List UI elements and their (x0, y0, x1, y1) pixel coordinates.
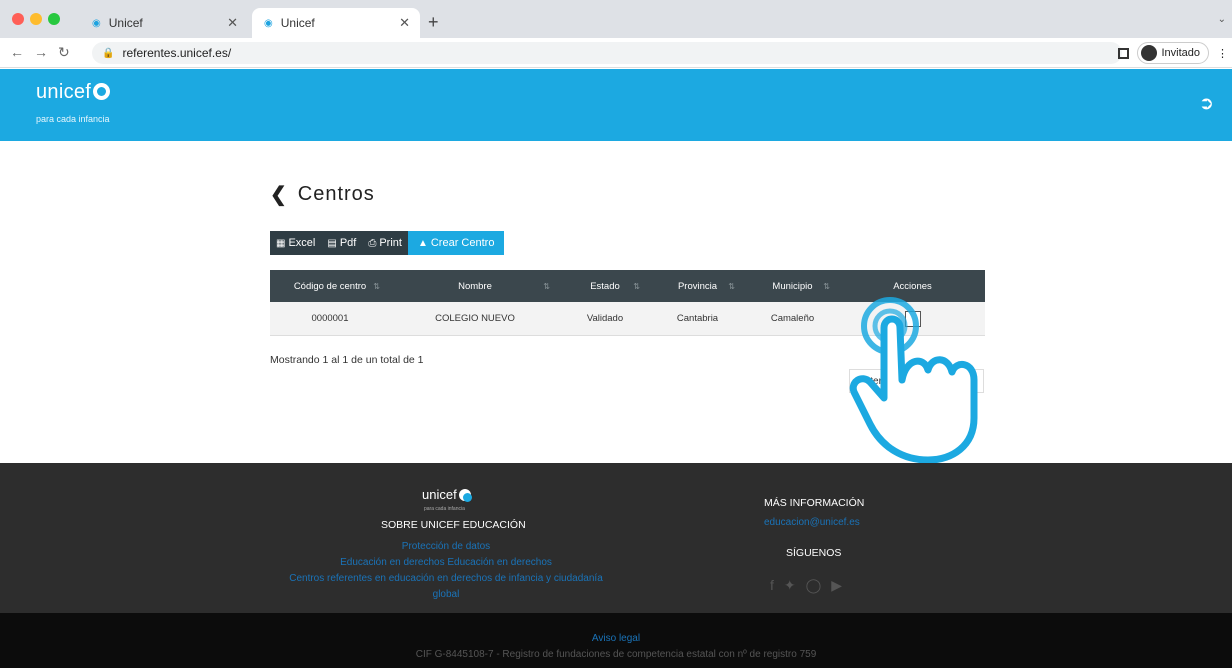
excel-button[interactable]: ▦ Excel (270, 231, 322, 255)
unicef-favicon-icon: ◉ (92, 17, 101, 29)
excel-label: Excel (288, 237, 316, 249)
footer-more-info-title: MÁS INFORMACIÓN (764, 497, 865, 509)
column-label: Código de centro (293, 280, 367, 292)
unicef-logo[interactable]: unicef (36, 81, 111, 104)
footer-logo-tagline: para cada infancia (424, 506, 465, 512)
pointing-hand-icon (849, 297, 978, 464)
address-bar-row: ← → ↻ 🔒 referentes.unicef.es/ Invitado ⋮ (0, 38, 1232, 68)
unicef-favicon-icon: ◉ (264, 17, 273, 29)
column-header-municipio[interactable]: Municipio ⇅ (745, 270, 840, 302)
legal-bar: Aviso legal CIF G-8445108-7 - Registro d… (0, 613, 1232, 668)
social-links: f ✦ ◯ ▶ (770, 577, 842, 594)
instagram-icon[interactable]: ◯ (806, 577, 822, 594)
avatar (1141, 45, 1158, 61)
cell-provincia: Cantabria (676, 313, 719, 324)
column-label: Provincia (677, 280, 718, 292)
footer-unicef-logo[interactable]: unicef (422, 487, 472, 502)
close-tab-icon[interactable]: ✕ (399, 15, 410, 31)
cell-codigo: 0000001 (311, 313, 349, 324)
logo-text: unicef (36, 81, 92, 103)
sidepanel-icon[interactable] (1118, 47, 1130, 59)
reload-icon[interactable]: ↻ (58, 44, 70, 61)
close-window-button[interactable] (12, 13, 24, 25)
cell-municipio: Camaleño (770, 313, 815, 324)
page-title-text: Centros (297, 183, 375, 205)
lock-icon: 🔒 (102, 47, 115, 59)
create-centro-button[interactable]: ▲ Crear Centro (407, 231, 505, 255)
url-field[interactable]: 🔒 referentes.unicef.es/ (92, 42, 1122, 64)
graduation-cap-icon: ▲ (417, 237, 428, 249)
pdf-button[interactable]: ▤ Pdf (321, 231, 363, 255)
tab-title: Unicef (280, 16, 315, 30)
logo-tagline: para cada infancia (36, 114, 110, 124)
sort-icon: ⇅ (633, 281, 640, 291)
twitter-icon[interactable]: ✦ (784, 577, 796, 594)
sort-icon: ⇅ (823, 281, 830, 291)
create-label: Crear Centro (430, 237, 495, 249)
tab-title: Unicef (108, 16, 143, 30)
menu-kebab-icon[interactable]: ⋮ (1217, 47, 1228, 60)
column-label: Estado (590, 280, 620, 292)
column-header-provincia[interactable]: Provincia ⇅ (650, 270, 745, 302)
profile-label: Invitado (1161, 47, 1200, 59)
cif-text: CIF G-8445108-7 - Registro de fundacione… (415, 649, 817, 660)
aviso-legal-link[interactable]: Aviso legal (0, 633, 1232, 644)
chevron-down-icon[interactable]: ⌄ (1218, 14, 1226, 25)
sort-icon: ⇅ (728, 281, 735, 291)
column-header-estado[interactable]: Estado ⇅ (560, 270, 650, 302)
footer-email-link[interactable]: educacion@unicef.es (764, 517, 860, 528)
pdf-label: Pdf (339, 237, 357, 249)
url-text: referentes.unicef.es/ (122, 46, 232, 60)
minimize-window-button[interactable] (30, 13, 42, 25)
footer-about-title: SOBRE UNICEF EDUCACIÓN (381, 519, 526, 531)
browser-actions: Invitado ⋮ (1118, 42, 1228, 64)
back-arrow-icon[interactable]: ← (10, 44, 24, 60)
footer-logo-text: unicef (422, 487, 457, 502)
column-label: Nombre (458, 280, 492, 292)
sign-out-icon[interactable]: ➲ (1199, 93, 1214, 114)
chevron-left-icon[interactable]: ❮ (270, 182, 288, 207)
browser-tab[interactable]: ◉ Unicef ✕ (80, 8, 248, 38)
footer-link-proteccion[interactable]: Protección de datos (0, 541, 892, 552)
sort-icon: ⇅ (373, 281, 380, 291)
maximize-window-button[interactable] (48, 13, 60, 25)
file-pdf-icon: ▤ (327, 237, 337, 249)
profile-button[interactable]: Invitado (1137, 42, 1209, 64)
footer-link-centros[interactable]: Centros referentes en educación en derec… (0, 573, 892, 584)
table-info: Mostrando 1 al 1 de un total de 1 (270, 354, 424, 366)
close-tab-icon[interactable]: ✕ (227, 15, 238, 31)
print-label: Print (379, 237, 402, 249)
print-button[interactable]: ⎙ Print (362, 231, 408, 255)
cell-nombre: COLEGIO NUEVO (435, 313, 515, 324)
page-title: ❮ Centros (270, 182, 375, 207)
site-footer: unicef para cada infancia SOBRE UNICEF E… (0, 463, 1232, 613)
column-header-codigo[interactable]: Código de centro ⇅ (270, 270, 390, 302)
browser-tab-bar: ◉ Unicef ✕ ◉ Unicef ✕ + ⌄ (0, 0, 1232, 38)
site-header: unicef para cada infancia ➲ (0, 69, 1232, 141)
footer-link-global[interactable]: global (0, 589, 892, 600)
column-label: Municipio (772, 280, 813, 292)
export-toolbar: ▦ Excel ▤ Pdf ⎙ Print ▲ Crear Centro (270, 231, 505, 255)
globe-icon (458, 489, 472, 502)
facebook-icon[interactable]: f (770, 577, 774, 594)
footer-link-educacion[interactable]: Educación en derechos Educación en derec… (0, 557, 892, 568)
new-tab-icon[interactable]: + (428, 12, 439, 33)
globe-icon (93, 83, 111, 100)
file-excel-icon: ▦ (276, 237, 286, 249)
browser-tab-active[interactable]: ◉ Unicef ✕ (252, 8, 420, 38)
youtube-icon[interactable]: ▶ (831, 577, 842, 594)
printer-icon: ⎙ (368, 237, 377, 249)
column-header-nombre[interactable]: Nombre ⇅ (390, 270, 560, 302)
forward-arrow-icon[interactable]: → (34, 44, 48, 60)
sort-icon: ⇅ (543, 281, 550, 291)
footer-follow-title: SÍGUENOS (786, 547, 842, 559)
cell-estado: Validado (586, 313, 624, 324)
